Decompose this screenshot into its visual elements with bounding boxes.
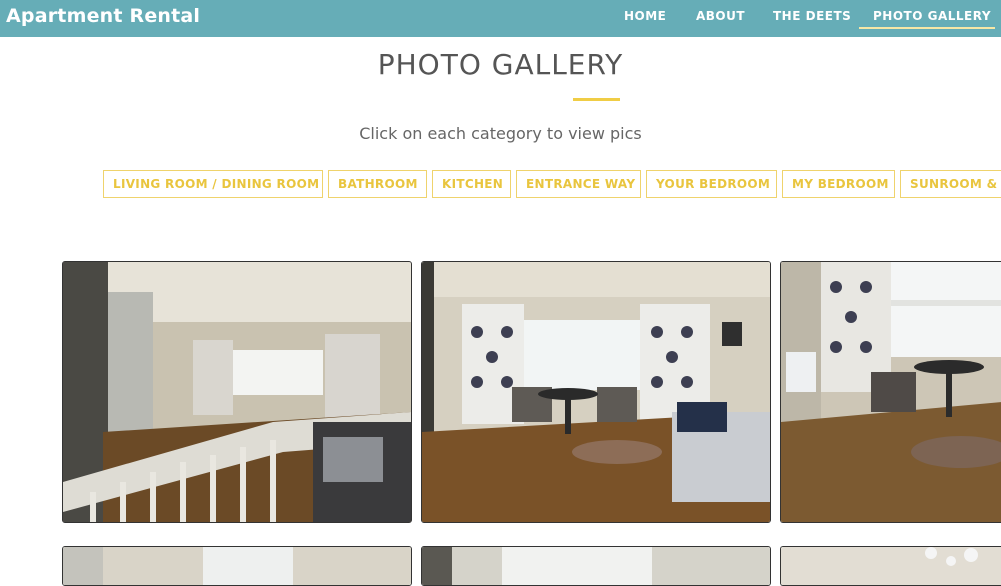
nav-photo-gallery[interactable]: PHOTO GALLERY <box>873 9 991 23</box>
living-room-photo-3 <box>781 262 1001 522</box>
nav-home[interactable]: HOME <box>624 9 666 23</box>
gallery-subtitle: Click on each category to view pics <box>359 124 642 143</box>
nav-the-deets[interactable]: THE DEETS <box>773 9 851 23</box>
filter-my-bedroom[interactable]: MY BEDROOM <box>782 170 895 198</box>
gallery-photo[interactable] <box>62 546 412 586</box>
brand-logo[interactable]: Apartment Rental <box>6 5 200 27</box>
living-room-photo-1 <box>63 262 411 522</box>
gallery-photo[interactable] <box>780 546 1001 586</box>
living-room-photo-2 <box>422 262 770 522</box>
gallery-photo[interactable] <box>421 546 771 586</box>
filter-bathroom[interactable]: BATHROOM <box>328 170 427 198</box>
page-title: PHOTO GALLERY <box>377 48 624 81</box>
filter-sunroom[interactable]: SUNROOM & I <box>900 170 1001 198</box>
filter-entrance-way[interactable]: ENTRANCE WAY <box>516 170 641 198</box>
gallery-photo[interactable] <box>62 261 412 523</box>
filter-kitchen[interactable]: KITCHEN <box>432 170 511 198</box>
navbar: Apartment Rental HOME ABOUT THE DEETS PH… <box>0 0 1001 37</box>
filter-living-room-dining-room[interactable]: LIVING ROOM / DINING ROOM <box>103 170 323 198</box>
gallery-photo[interactable] <box>421 261 771 523</box>
filter-your-bedroom[interactable]: YOUR BEDROOM <box>646 170 777 198</box>
active-nav-indicator <box>859 27 995 29</box>
gallery-photo[interactable] <box>780 261 1001 523</box>
nav-about[interactable]: ABOUT <box>696 9 745 23</box>
title-divider <box>573 98 620 101</box>
